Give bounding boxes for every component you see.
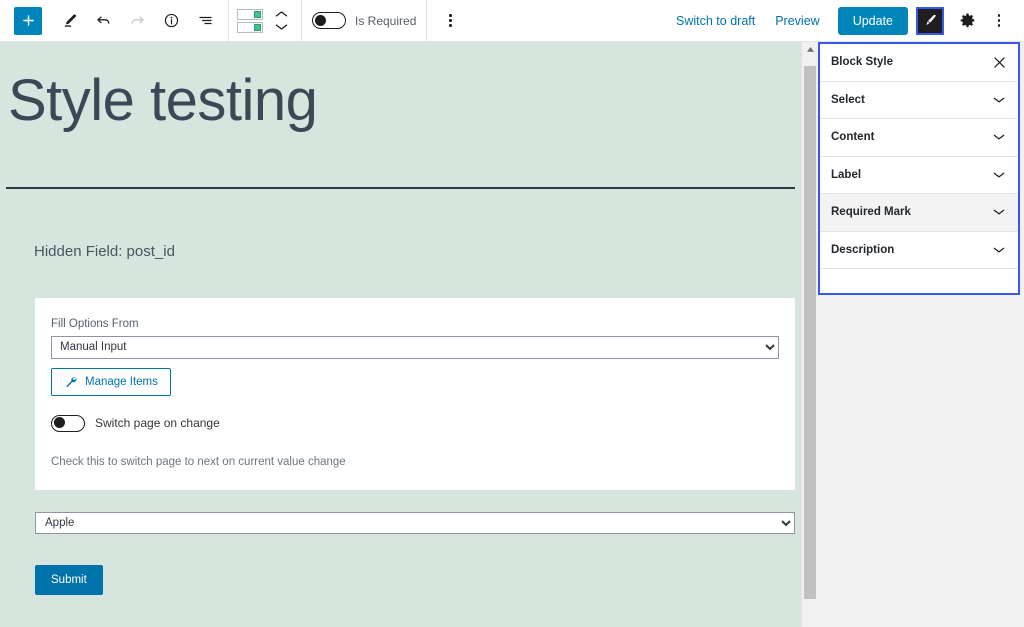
manage-items-button[interactable]: Manage Items xyxy=(51,367,171,396)
sidebar-section-label: Select xyxy=(831,93,865,106)
fill-options-select[interactable]: Manual Input xyxy=(51,335,779,359)
toolbar-left-group: Is Required xyxy=(0,0,467,42)
scrollbar-track[interactable] xyxy=(802,56,818,627)
block-switcher-icon xyxy=(237,8,263,33)
sidebar-section-description[interactable]: Description xyxy=(820,231,1018,269)
is-required-toggle-group[interactable]: Is Required xyxy=(308,12,420,29)
switch-page-label: Switch page on change xyxy=(95,416,220,431)
chevron-down-icon xyxy=(275,24,287,30)
chevron-up-icon xyxy=(275,11,287,17)
is-required-toggle[interactable] xyxy=(312,12,346,29)
block-options-kebab-icon[interactable] xyxy=(433,4,467,38)
brush-icon xyxy=(925,14,936,26)
undo-icon[interactable] xyxy=(86,4,120,38)
add-block-button[interactable] xyxy=(14,6,42,35)
editor-canvas[interactable]: Style testing Hidden Field: post_id Fill… xyxy=(0,42,801,627)
select-block-settings-card: Fill Options From Manual Input Manage It… xyxy=(35,297,795,490)
chevron-down-icon[interactable] xyxy=(991,92,1007,108)
toolbar-divider-2 xyxy=(301,0,302,42)
panel-bottom-spacer xyxy=(820,269,1018,293)
sidebar-section-label: Content xyxy=(831,131,875,144)
chevron-down-icon[interactable] xyxy=(991,204,1007,220)
sidebar-section-label-panel[interactable]: Label xyxy=(820,156,1018,194)
canvas-scrollbar[interactable] xyxy=(801,42,818,627)
settings-gear-icon[interactable] xyxy=(952,6,982,36)
fruit-select[interactable]: Apple xyxy=(35,511,795,534)
block-style-button[interactable] xyxy=(916,6,944,35)
submit-button[interactable]: Submit xyxy=(35,564,103,595)
toolbar-divider xyxy=(228,0,229,42)
sidebar-section-label: Label xyxy=(831,168,862,181)
toolbar-divider-3 xyxy=(426,0,428,42)
sidebar-section-required-mark[interactable]: Required Mark xyxy=(820,194,1018,232)
sidebar-section-label: Required Mark xyxy=(831,206,911,219)
list-view-icon[interactable] xyxy=(188,4,222,38)
switch-to-draft-button[interactable]: Switch to draft xyxy=(666,8,765,34)
sidebar-section-label: Description xyxy=(831,243,895,256)
preview-button[interactable]: Preview xyxy=(765,8,829,34)
redo-icon xyxy=(120,4,154,38)
block-style-panel-title: Block Style xyxy=(831,56,893,69)
update-button[interactable]: Update xyxy=(837,6,908,35)
is-required-label: Is Required xyxy=(355,13,417,28)
info-icon[interactable] xyxy=(154,4,188,38)
sidebar-section-content[interactable]: Content xyxy=(820,119,1018,157)
chevron-down-icon[interactable] xyxy=(991,129,1007,145)
block-movers[interactable] xyxy=(269,10,293,31)
toolbar-right-group: Switch to draft Preview Update xyxy=(666,0,1024,41)
edit-mode-pencil-icon[interactable] xyxy=(52,4,86,38)
block-style-panel-header: Block Style xyxy=(820,44,1018,82)
manage-items-label: Manage Items xyxy=(85,375,158,388)
scroll-up-arrow-icon[interactable] xyxy=(806,42,815,56)
chevron-down-icon[interactable] xyxy=(991,242,1007,258)
fill-options-label: Fill Options From xyxy=(51,317,139,330)
hidden-field-label: Hidden Field: post_id xyxy=(34,242,175,260)
right-sidebar: Block Style Select Content Label Require… xyxy=(818,42,1024,627)
top-toolbar: Is Required Switch to draft Preview Upda… xyxy=(0,0,1024,42)
block-switcher[interactable] xyxy=(235,8,295,33)
close-icon[interactable] xyxy=(991,54,1007,70)
form-select-field: Apple xyxy=(35,511,795,534)
chevron-down-icon[interactable] xyxy=(991,167,1007,183)
switch-page-toggle[interactable] xyxy=(51,414,85,432)
wrench-icon xyxy=(66,376,77,387)
sidebar-section-select[interactable]: Select xyxy=(820,81,1018,119)
scrollbar-thumb[interactable] xyxy=(804,66,816,599)
switch-page-toggle-group[interactable]: Switch page on change xyxy=(51,414,779,432)
more-options-kebab-icon[interactable] xyxy=(982,4,1016,38)
page-title[interactable]: Style testing xyxy=(0,42,801,135)
block-style-panel: Block Style Select Content Label Require… xyxy=(818,42,1020,295)
switch-page-help-text: Check this to switch page to next on cur… xyxy=(51,455,346,468)
editor-body: Style testing Hidden Field: post_id Fill… xyxy=(0,42,1024,627)
editor-window: Is Required Switch to draft Preview Upda… xyxy=(0,0,1024,627)
